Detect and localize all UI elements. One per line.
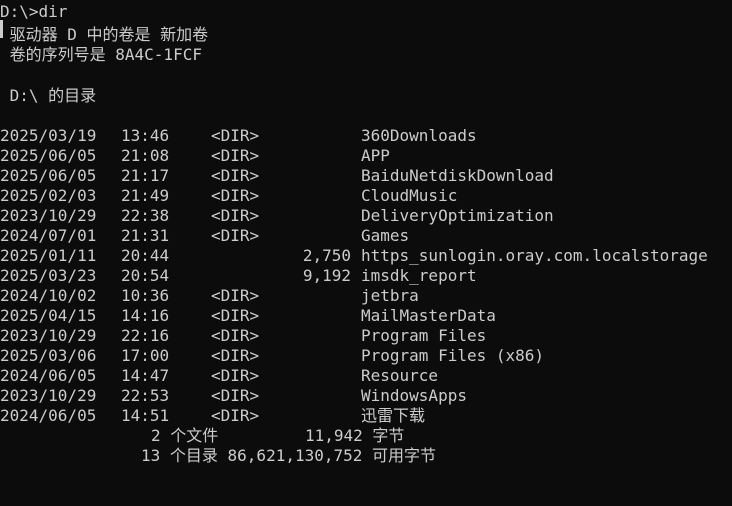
entry-date: 2025/03/19 bbox=[0, 126, 97, 145]
entry-time: 22:53 bbox=[121, 386, 170, 405]
entry-time: 13:46 bbox=[121, 126, 170, 145]
entry-date: 2025/02/03 bbox=[0, 186, 97, 205]
entry-time: 14:16 bbox=[121, 306, 170, 325]
entry-size: 2,750 bbox=[302, 246, 351, 265]
entry-name: Program Files (x86) bbox=[361, 346, 545, 365]
entry-date: 2023/10/29 bbox=[0, 386, 97, 405]
entry-date: 2024/07/01 bbox=[0, 226, 97, 245]
summary-dirs-text: 13 个目录 86,621,130,752 可用字节 bbox=[141, 446, 437, 465]
entry-type: <DIR> bbox=[211, 346, 260, 365]
entry-time: 20:44 bbox=[121, 246, 170, 265]
entry-name: MailMasterData bbox=[361, 306, 496, 325]
summary-dirs-line: 13 个目录 86,621,130,752 可用字节 bbox=[0, 446, 436, 466]
entry-name: APP bbox=[361, 146, 390, 165]
entry-type: <DIR> bbox=[211, 366, 260, 385]
entry-name: WindowsApps bbox=[361, 386, 467, 405]
entry-date: 2025/06/05 bbox=[0, 146, 97, 165]
entry-type: <DIR> bbox=[211, 166, 260, 185]
entry-type: <DIR> bbox=[211, 186, 260, 205]
entry-time: 21:49 bbox=[121, 186, 170, 205]
entry-time: 21:17 bbox=[121, 166, 170, 185]
entry-type: <DIR> bbox=[211, 286, 260, 305]
console-window[interactable]: D:\>dir 驱动器 D 中的卷是 新加卷 卷的序列号是 8A4C-1FCF … bbox=[0, 0, 732, 478]
volume-label-line: 驱动器 D 中的卷是 新加卷 bbox=[0, 25, 209, 45]
serial-number-text: 卷的序列号是 8A4C-1FCF bbox=[0, 45, 202, 64]
entry-type: <DIR> bbox=[211, 326, 260, 345]
directory-title-line: D:\ 的目录 bbox=[0, 86, 97, 106]
entry-time: 21:08 bbox=[121, 146, 170, 165]
entry-date: 2025/01/11 bbox=[0, 246, 97, 265]
entry-name: https_sunlogin.oray.com.localstorage bbox=[361, 246, 708, 265]
entry-name: imsdk_report bbox=[361, 266, 477, 285]
entry-name: CloudMusic bbox=[361, 186, 458, 205]
entry-date: 2024/10/02 bbox=[0, 286, 97, 305]
entry-time: 14:47 bbox=[121, 366, 170, 385]
serial-number-line: 卷的序列号是 8A4C-1FCF bbox=[0, 45, 202, 65]
entry-time: 22:16 bbox=[121, 326, 170, 345]
entry-type: <DIR> bbox=[211, 206, 260, 225]
entry-time: 22:38 bbox=[121, 206, 170, 225]
entry-type: <DIR> bbox=[211, 126, 260, 145]
entry-type: <DIR> bbox=[211, 146, 260, 165]
entry-date: 2025/03/06 bbox=[0, 346, 97, 365]
command-line: D:\>dir bbox=[0, 2, 67, 22]
entry-time: 20:54 bbox=[121, 266, 170, 285]
entry-date: 2025/06/05 bbox=[0, 166, 97, 185]
entry-name: Program Files bbox=[361, 326, 487, 345]
directory-title-text: D:\ 的目录 bbox=[0, 86, 97, 105]
entry-name: 迅雷下载 bbox=[361, 406, 426, 425]
volume-label-text: 驱动器 D 中的卷是 新加卷 bbox=[0, 25, 209, 44]
entry-name: Resource bbox=[361, 366, 439, 385]
entry-time: 17:00 bbox=[121, 346, 170, 365]
entry-time: 21:31 bbox=[121, 226, 170, 245]
entry-name: DeliveryOptimization bbox=[361, 206, 554, 225]
entry-time: 14:51 bbox=[121, 406, 170, 425]
entry-type: <DIR> bbox=[211, 386, 260, 405]
entry-name: 360Downloads bbox=[361, 126, 477, 145]
entry-date: 2023/10/29 bbox=[0, 326, 97, 345]
entry-date: 2025/03/23 bbox=[0, 266, 97, 285]
entry-time: 10:36 bbox=[121, 286, 170, 305]
entry-name: jetbra bbox=[361, 286, 419, 305]
entry-size: 9,192 bbox=[302, 266, 351, 285]
command-prompt: D:\>dir bbox=[0, 2, 68, 21]
entry-type: <DIR> bbox=[211, 226, 260, 245]
entry-name: Games bbox=[361, 226, 410, 245]
summary-files-line: 2 个文件 11,942 字节 bbox=[0, 426, 404, 446]
entry-date: 2024/06/05 bbox=[0, 406, 97, 425]
entry-name: BaiduNetdiskDownload bbox=[361, 166, 554, 185]
entry-type: <DIR> bbox=[211, 306, 260, 325]
summary-files-text: 2 个文件 11,942 字节 bbox=[151, 426, 405, 445]
entry-date: 2025/04/15 bbox=[0, 306, 97, 325]
entry-date: 2023/10/29 bbox=[0, 206, 97, 225]
entry-type: <DIR> bbox=[211, 406, 260, 425]
entry-date: 2024/06/05 bbox=[0, 366, 97, 385]
